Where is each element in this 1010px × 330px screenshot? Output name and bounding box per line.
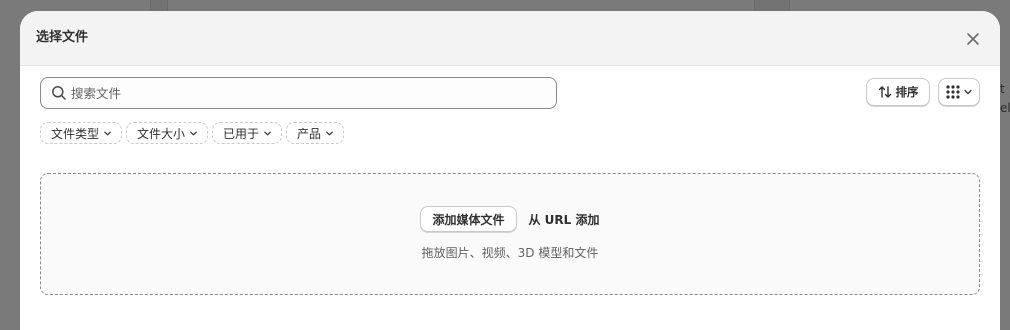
close-icon — [967, 33, 979, 45]
sort-button[interactable]: 排序 — [866, 78, 930, 106]
search-input[interactable] — [71, 78, 541, 108]
filter-file-size[interactable]: 文件大小 — [126, 122, 209, 144]
search-icon — [52, 86, 66, 100]
chevron-down-icon — [326, 131, 333, 135]
chevron-down-icon — [264, 131, 271, 135]
modal-title: 选择文件 — [36, 30, 89, 45]
dropzone-actions: 添加媒体文件 从 URL 添加 — [41, 206, 979, 232]
close-button[interactable] — [962, 28, 984, 50]
search-field[interactable] — [40, 77, 557, 109]
background-text: t — [1000, 82, 1005, 96]
filter-label: 产品 — [297, 126, 322, 141]
filter-label: 文件大小 — [137, 126, 186, 141]
filter-file-type[interactable]: 文件类型 — [40, 122, 123, 144]
file-dropzone[interactable]: 添加媒体文件 从 URL 添加 拖放图片、视频、3D 模型和文件 — [40, 173, 980, 295]
filter-bar: 文件类型 文件大小 已用于 产品 — [40, 122, 345, 144]
add-media-button[interactable]: 添加媒体文件 — [420, 206, 517, 232]
filter-label: 文件类型 — [51, 126, 100, 141]
sort-arrows-icon — [878, 86, 891, 98]
view-toggle-button[interactable] — [938, 78, 980, 106]
filter-product[interactable]: 产品 — [286, 122, 345, 144]
modal-header: 选择文件 — [20, 11, 1000, 66]
filter-used-in[interactable]: 已用于 — [212, 122, 283, 144]
chevron-down-icon — [190, 131, 197, 135]
background-text: el — [1000, 101, 1010, 115]
add-from-url-link[interactable]: 从 URL 添加 — [529, 211, 600, 228]
chevron-down-icon — [964, 89, 972, 95]
filter-label: 已用于 — [223, 126, 260, 141]
grid-icon — [946, 85, 960, 99]
chevron-down-icon — [104, 131, 111, 135]
dropzone-hint: 拖放图片、视频、3D 模型和文件 — [421, 246, 599, 260]
sort-label: 排序 — [895, 85, 919, 99]
select-file-modal: 选择文件 排序 — [20, 11, 1000, 330]
